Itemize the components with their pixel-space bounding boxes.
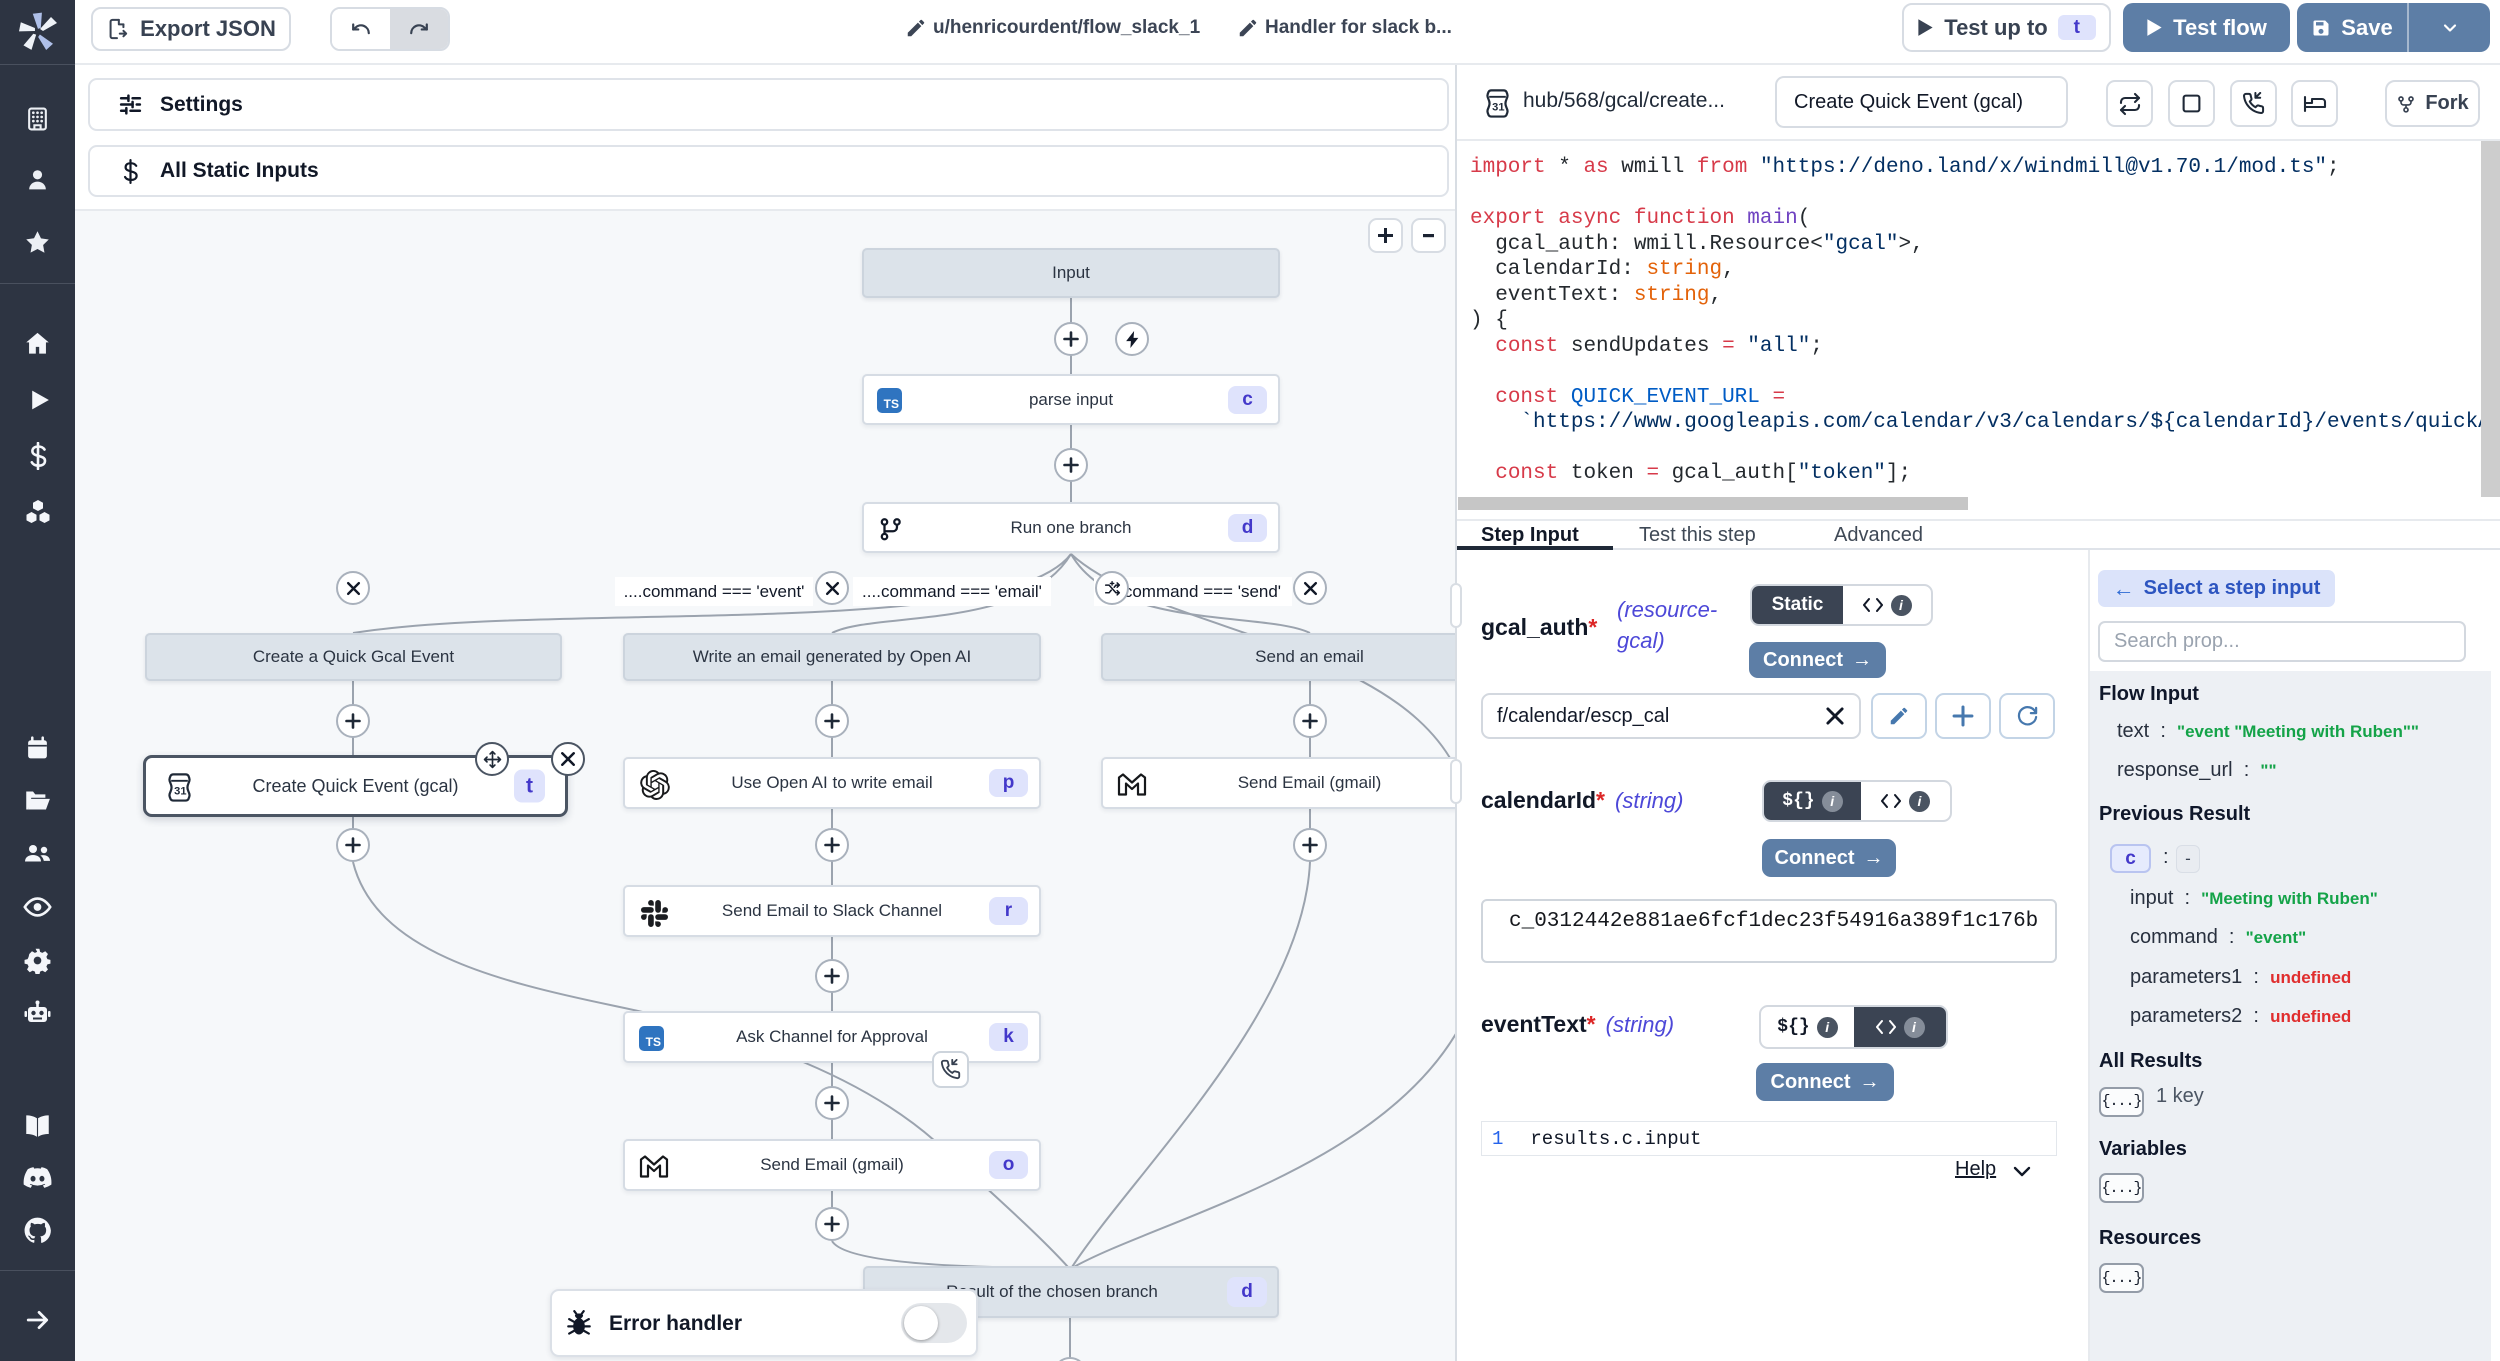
svg-text:31: 31	[1492, 102, 1504, 114]
